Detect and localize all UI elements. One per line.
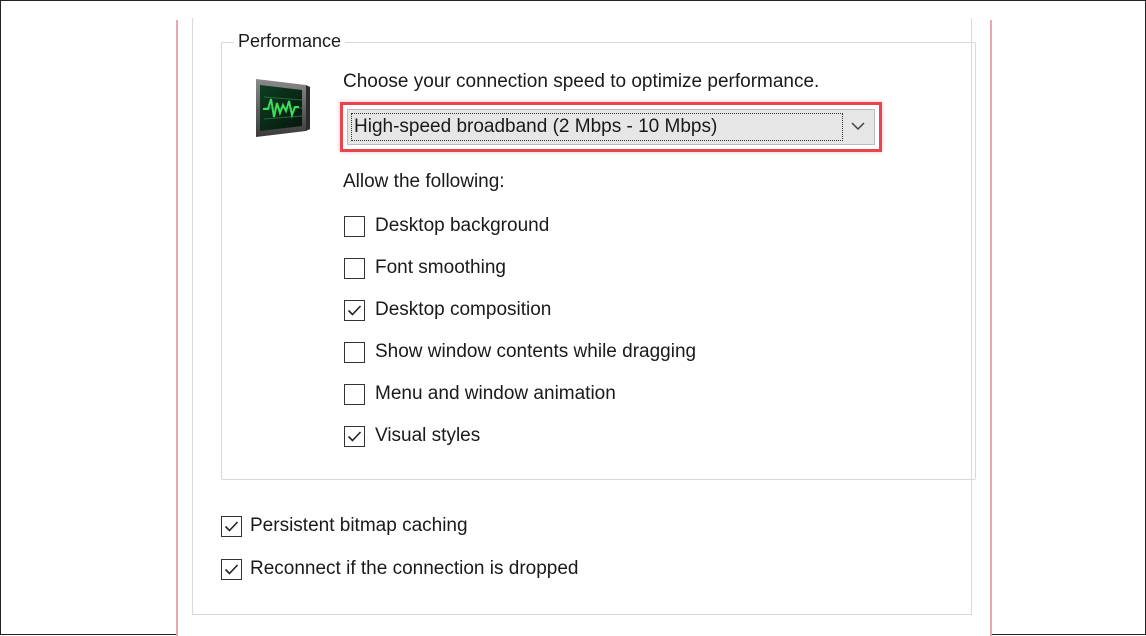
connection-speed-prompt: Choose your connection speed to optimize… — [343, 71, 820, 92]
checkbox-desktop-background[interactable]: Desktop background — [344, 212, 549, 240]
checkmark-icon — [347, 430, 362, 442]
performance-group-legend: Performance — [234, 31, 346, 52]
checkbox-visual-styles[interactable]: Visual styles — [344, 422, 480, 450]
checkbox-box[interactable] — [344, 257, 365, 279]
checkbox-label: Reconnect if the connection is dropped — [250, 558, 579, 579]
checkbox-menu-window-animation[interactable]: Menu and window animation — [344, 380, 616, 408]
checkbox-label: Show window contents while dragging — [375, 341, 697, 362]
checkbox-label: Menu and window animation — [375, 383, 616, 404]
checkbox-persistent-bitmap-caching[interactable]: Persistent bitmap caching — [221, 512, 468, 540]
chevron-down-icon — [850, 119, 866, 133]
checkbox-label: Visual styles — [375, 425, 481, 446]
checkbox-label: Font smoothing — [375, 257, 506, 278]
experience-tab-panel: Performance Choose your connection speed… — [192, 18, 976, 615]
checkbox-box[interactable] — [221, 515, 242, 537]
allow-following-label: Allow the following: — [343, 171, 505, 192]
checkbox-show-window-contents[interactable]: Show window contents while dragging — [344, 338, 696, 366]
connection-speed-selected-value: High-speed broadband (2 Mbps - 10 Mbps) — [351, 113, 843, 141]
checkbox-box[interactable] — [344, 341, 365, 363]
checkmark-icon — [224, 563, 239, 575]
checkmark-icon — [224, 520, 239, 532]
checkbox-desktop-composition[interactable]: Desktop composition — [344, 296, 551, 324]
checkbox-reconnect-if-dropped[interactable]: Reconnect if the connection is dropped — [221, 555, 579, 583]
dialog-window: Performance Choose your connection speed… — [176, 18, 992, 636]
checkbox-font-smoothing[interactable]: Font smoothing — [344, 254, 506, 282]
monitor-performance-icon — [252, 75, 314, 141]
checkbox-box[interactable] — [344, 299, 365, 321]
checkbox-box[interactable] — [344, 425, 365, 447]
checkbox-label: Desktop background — [375, 215, 550, 236]
highlight-annotation: High-speed broadband (2 Mbps - 10 Mbps) — [340, 102, 882, 152]
checkbox-box[interactable] — [221, 558, 242, 580]
performance-group-box: Performance Choose your connection speed… — [221, 31, 976, 480]
checkbox-label: Desktop composition — [375, 299, 552, 320]
checkbox-box[interactable] — [344, 215, 365, 237]
connection-speed-dropdown[interactable]: High-speed broadband (2 Mbps - 10 Mbps) — [347, 109, 875, 145]
checkmark-icon — [347, 304, 362, 316]
checkbox-box[interactable] — [344, 383, 365, 405]
checkbox-label: Persistent bitmap caching — [250, 515, 468, 536]
